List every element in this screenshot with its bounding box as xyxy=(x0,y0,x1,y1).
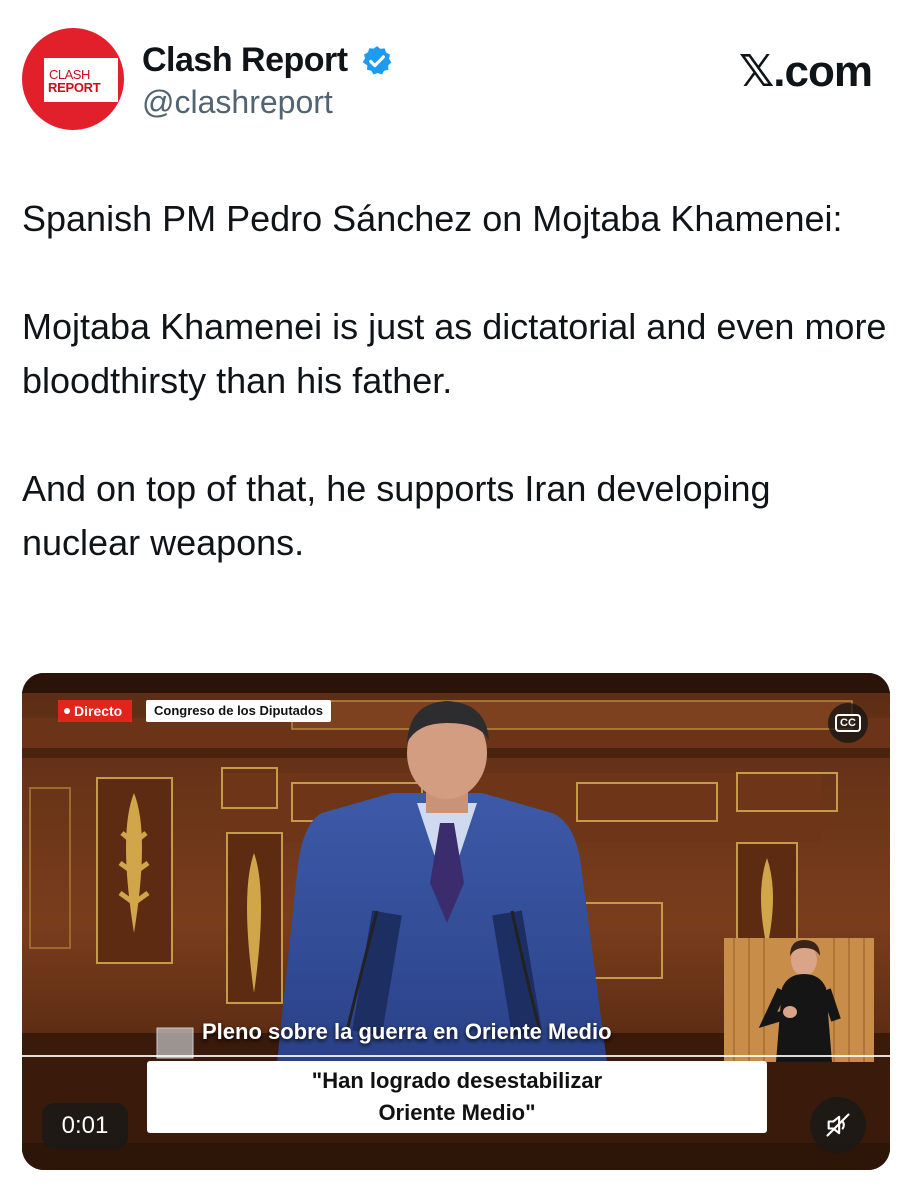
muted-speaker-icon xyxy=(826,1113,850,1137)
tweet-header: CLASH REPORT Clash Report @clashreport 𝕏… xyxy=(22,28,892,138)
live-label: Directo xyxy=(58,700,133,722)
verified-badge-icon xyxy=(362,46,392,75)
quote-line: Oriente Medio" xyxy=(378,1100,536,1125)
live-badge: Directo xyxy=(58,700,133,722)
broadcast-caption-title: Pleno sobre la guerra en Oriente Medio xyxy=(202,1019,612,1044)
closed-captions-icon: CC xyxy=(835,714,861,732)
avatar[interactable]: CLASH REPORT xyxy=(22,28,124,130)
author-handle[interactable]: @clashreport xyxy=(142,84,333,121)
channel-label: Congreso de los Diputados xyxy=(146,700,332,722)
x-com-logo: 𝕏.com xyxy=(738,47,873,96)
avatar-logo-bottom-text: REPORT xyxy=(48,80,101,95)
tweet-paragraph: And on top of that, he supports Iran dev… xyxy=(22,468,771,563)
video-timestamp: 0:01 xyxy=(42,1103,128,1149)
closed-captions-button[interactable]: CC xyxy=(828,703,868,743)
quote-caption-box: "Han logrado desestabilizar Oriente Medi… xyxy=(147,1061,767,1133)
tweet-paragraph: Mojtaba Khamenei is just as dictatorial … xyxy=(22,306,887,401)
tweet-paragraph: Spanish PM Pedro Sánchez on Mojtaba Kham… xyxy=(22,198,843,239)
mute-toggle-button[interactable] xyxy=(810,1097,866,1153)
caption-divider xyxy=(22,1055,890,1057)
tweet-text: Spanish PM Pedro Sánchez on Mojtaba Kham… xyxy=(22,192,892,624)
interpreter-image xyxy=(724,938,874,1062)
author-name[interactable]: Clash Report xyxy=(142,41,348,80)
sign-language-interpreter-inset xyxy=(724,938,874,1062)
quote-line: "Han logrado desestabilizar xyxy=(311,1068,603,1093)
video-player[interactable]: Directo Congreso de los Diputados CC Ple… xyxy=(22,673,890,1170)
